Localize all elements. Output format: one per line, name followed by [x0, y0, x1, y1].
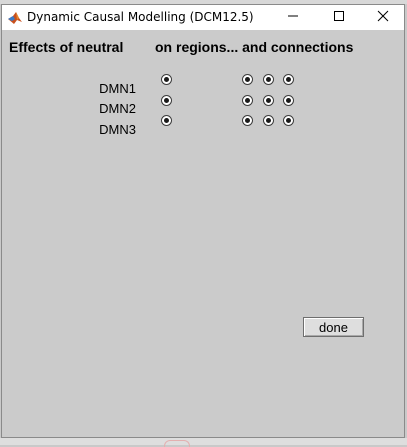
dcm-panel: Effects of neutral on regions... and con…: [2, 30, 404, 437]
maximize-button[interactable]: [316, 5, 362, 30]
matlab-logo-icon: [7, 10, 23, 26]
region-label-dmn2: DMN2: [99, 101, 136, 116]
minimize-button[interactable]: [270, 5, 316, 30]
regions-connections-heading: on regions... and connections: [155, 39, 354, 55]
effects-heading: Effects of neutral: [9, 39, 124, 55]
done-button[interactable]: done: [303, 317, 364, 337]
connection-radio-dmn1-2[interactable]: [263, 74, 274, 85]
connection-radio-dmn3-1[interactable]: [242, 115, 253, 126]
connection-radio-dmn3-3[interactable]: [283, 115, 294, 126]
region-radio-dmn3[interactable]: [161, 115, 172, 126]
close-icon: [377, 9, 389, 27]
dcm-window: Dynamic Causal Modelling (DCM12.5) Effec…: [1, 4, 405, 438]
connection-radio-dmn2-1[interactable]: [242, 95, 253, 106]
region-label-dmn1: DMN1: [99, 81, 136, 96]
region-label-dmn3: DMN3: [99, 122, 136, 137]
connection-radio-dmn2-3[interactable]: [283, 95, 294, 106]
maximize-icon: [333, 9, 345, 27]
region-radio-dmn1[interactable]: [161, 74, 172, 85]
region-radio-dmn2[interactable]: [161, 95, 172, 106]
background-window-strip-bottom: [0, 438, 407, 447]
connection-radio-dmn1-3[interactable]: [283, 74, 294, 85]
minimize-icon: [287, 9, 299, 27]
title-bar: Dynamic Causal Modelling (DCM12.5): [2, 5, 404, 30]
connection-radio-dmn1-1[interactable]: [242, 74, 253, 85]
close-button[interactable]: [360, 5, 406, 30]
connection-radio-dmn3-2[interactable]: [263, 115, 274, 126]
connection-radio-dmn2-2[interactable]: [263, 95, 274, 106]
window-title: Dynamic Causal Modelling (DCM12.5): [27, 10, 254, 24]
background-decoration: [164, 440, 190, 447]
